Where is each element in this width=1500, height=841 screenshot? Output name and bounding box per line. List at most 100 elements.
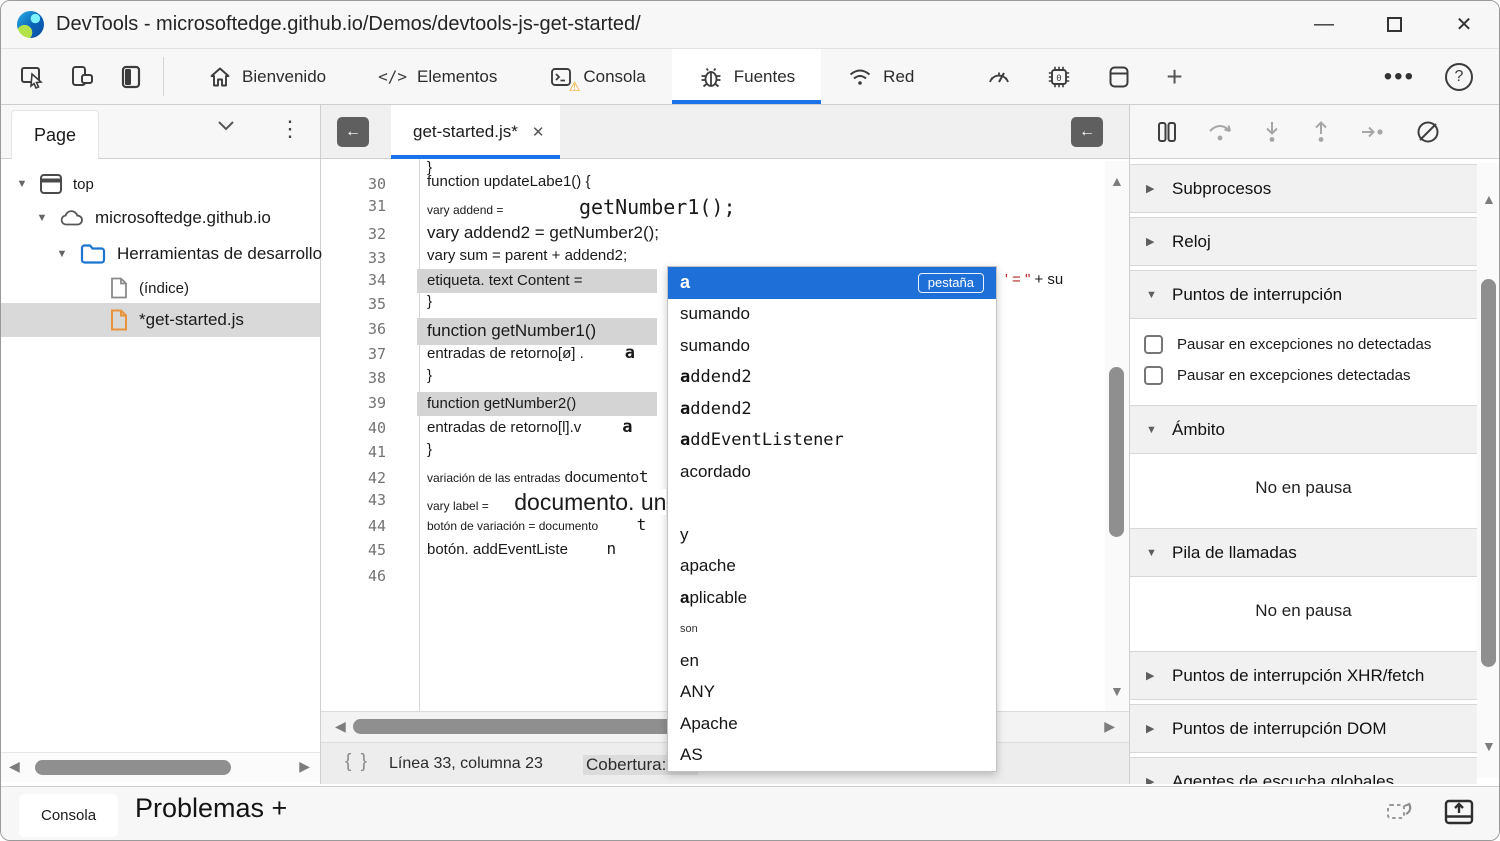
kebab-menu-icon[interactable]: ⋮ [279, 116, 301, 142]
line-number[interactable]: 38 [321, 367, 407, 387]
line-number[interactable]: 42 [321, 467, 407, 487]
line-number[interactable]: 37 [321, 343, 407, 363]
autocomplete-item[interactable]: apache [668, 551, 996, 583]
caret-down-icon[interactable]: ▼ [1146, 547, 1160, 559]
tree-item-domain[interactable]: ▼ microsoftedge.github.io [1, 201, 320, 235]
section-header[interactable]: ▶Puntos de interrupción XHR/fetch [1130, 651, 1477, 700]
scroll-left-icon[interactable]: ◀ [9, 758, 20, 775]
checkbox[interactable] [1144, 335, 1163, 354]
editor-tab-get-started[interactable]: get-started.js* ✕ [391, 105, 560, 159]
section-header[interactable]: ▼Puntos de interrupción [1130, 270, 1477, 319]
tab-page[interactable]: Page [11, 110, 99, 159]
section-header[interactable]: ▶Puntos de interrupción DOM [1130, 704, 1477, 753]
help-icon[interactable]: ? [1445, 63, 1473, 91]
performance-icon[interactable] [986, 64, 1012, 90]
tab-bienvenido[interactable]: Bienvenido [182, 49, 352, 104]
line-number[interactable]: 33 [321, 247, 407, 267]
step-over-icon[interactable] [1207, 120, 1233, 144]
line-number[interactable]: 35 [321, 293, 407, 313]
code-line[interactable]: 30function updateLabe1() { [321, 173, 1105, 193]
tree-item-folder[interactable]: ▼ Herramientas de desarrollo [1, 235, 320, 273]
checkbox-row[interactable]: Pausar en excepciones detectadas [1130, 360, 1477, 391]
tab-fuentes[interactable]: Fuentes [672, 49, 821, 104]
autocomplete-item[interactable]: sumando [668, 330, 996, 362]
autocomplete-item[interactable]: en [668, 645, 996, 677]
application-icon[interactable] [1106, 64, 1132, 90]
format-icon[interactable]: { } [345, 751, 369, 773]
line-number[interactable]: 31 [321, 195, 407, 215]
close-button[interactable]: ✕ [1429, 1, 1499, 48]
checkbox-row[interactable]: Pausar en excepciones no detectadas [1130, 329, 1477, 360]
editor-vscrollbar[interactable]: ▲ ▼ [1105, 161, 1129, 711]
autocomplete-item[interactable]: aplicable [668, 582, 996, 614]
checkbox[interactable] [1144, 366, 1163, 385]
close-tab-icon[interactable]: ✕ [532, 123, 545, 141]
deactivate-breakpoints-icon[interactable] [1415, 119, 1441, 145]
minimize-button[interactable]: — [1289, 1, 1359, 48]
device-emulation-icon[interactable] [69, 64, 95, 90]
scroll-down-icon[interactable]: ▼ [1110, 683, 1124, 699]
line-number[interactable]: 30 [321, 173, 407, 193]
maximize-button[interactable] [1359, 1, 1429, 48]
inspect-icon[interactable] [19, 64, 45, 90]
tab-elementos[interactable]: </> Elementos [352, 49, 523, 104]
caret-right-icon[interactable]: ▶ [1146, 235, 1160, 248]
autocomplete-item[interactable]: acordado [668, 456, 996, 488]
expand-panel-icon[interactable] [1443, 797, 1475, 827]
autocomplete-item[interactable]: son [668, 614, 996, 646]
hide-navigator-icon[interactable]: ← [337, 117, 369, 147]
scroll-up-icon[interactable]: ▲ [1110, 173, 1124, 189]
scrollbar-thumb[interactable] [1109, 367, 1124, 537]
caret-right-icon[interactable]: ▶ [1146, 182, 1160, 195]
section-header[interactable]: ▼Ámbito [1130, 405, 1477, 454]
autocomplete-item[interactable]: addend2 [668, 362, 996, 394]
scroll-left-icon[interactable]: ◀ [335, 718, 346, 735]
autocomplete-item[interactable]: AS [668, 740, 996, 772]
code-line[interactable]: 31vary addend = getNumber1(); [321, 195, 1105, 219]
debugger-vscrollbar[interactable]: ▲ ▼ [1477, 163, 1500, 778]
caret-down-icon[interactable]: ▼ [15, 178, 29, 190]
customize-menu-icon[interactable]: ••• [1384, 63, 1415, 91]
line-number[interactable]: 39 [321, 392, 407, 412]
tree-item-get-started[interactable]: *get-started.js [1, 303, 320, 337]
line-number[interactable]: 45 [321, 539, 407, 559]
tab-red[interactable]: Red [821, 49, 940, 104]
section-header[interactable]: ▶Reloj [1130, 217, 1477, 266]
line-number[interactable]: 34 [321, 269, 407, 289]
navigator-hscrollbar[interactable]: ◀ ▶ [1, 752, 320, 782]
step-out-icon[interactable] [1311, 120, 1331, 144]
scroll-right-icon[interactable]: ▶ [1104, 718, 1115, 735]
scrollbar-thumb[interactable] [1481, 279, 1496, 667]
section-header[interactable]: ▼Pila de llamadas [1130, 528, 1477, 577]
autocomplete-item[interactable]: ANY [668, 677, 996, 709]
autocomplete-item[interactable]: apestaña [668, 267, 996, 299]
autocomplete-item[interactable]: addEventListener [668, 425, 996, 457]
refresh-device-icon[interactable] [1385, 798, 1415, 826]
line-number[interactable]: 46 [321, 565, 407, 585]
caret-down-icon[interactable]: ▼ [35, 212, 49, 224]
more-tabs-icon[interactable]: + [1166, 61, 1182, 93]
tab-consola-drawer[interactable]: Consola [19, 794, 118, 837]
line-number[interactable] [321, 159, 407, 161]
tree-item-top[interactable]: ▼ top [1, 167, 320, 201]
autocomplete-item[interactable]: addend2 [668, 393, 996, 425]
line-number[interactable]: 40 [321, 417, 407, 437]
caret-down-icon[interactable]: ▼ [1146, 424, 1160, 436]
caret-right-icon[interactable]: ▶ [1146, 669, 1160, 682]
chevron-down-icon[interactable] [217, 119, 235, 131]
line-number[interactable]: 44 [321, 515, 407, 535]
scroll-right-icon[interactable]: ▶ [299, 758, 310, 775]
code-line[interactable]: 33vary sum = parent + addend2; [321, 247, 1105, 267]
hide-debugger-icon[interactable]: ← [1071, 117, 1103, 147]
code-line[interactable]: 32vary addend2 = getNumber2(); [321, 223, 1105, 243]
memory-icon[interactable]: 0 [1046, 64, 1072, 90]
autocomplete-item[interactable]: y [668, 519, 996, 551]
line-number[interactable]: 43 [321, 489, 407, 509]
scrollbar-thumb[interactable] [35, 760, 231, 775]
line-number[interactable]: 36 [321, 318, 407, 338]
tree-item-index[interactable]: (índice) [1, 273, 320, 303]
section-header[interactable]: ▶Agentes de escucha globales [1130, 757, 1477, 784]
line-number[interactable]: 32 [321, 223, 407, 243]
tab-consola[interactable]: ⚠ Consola [523, 49, 671, 104]
autocomplete-item[interactable] [668, 488, 996, 520]
